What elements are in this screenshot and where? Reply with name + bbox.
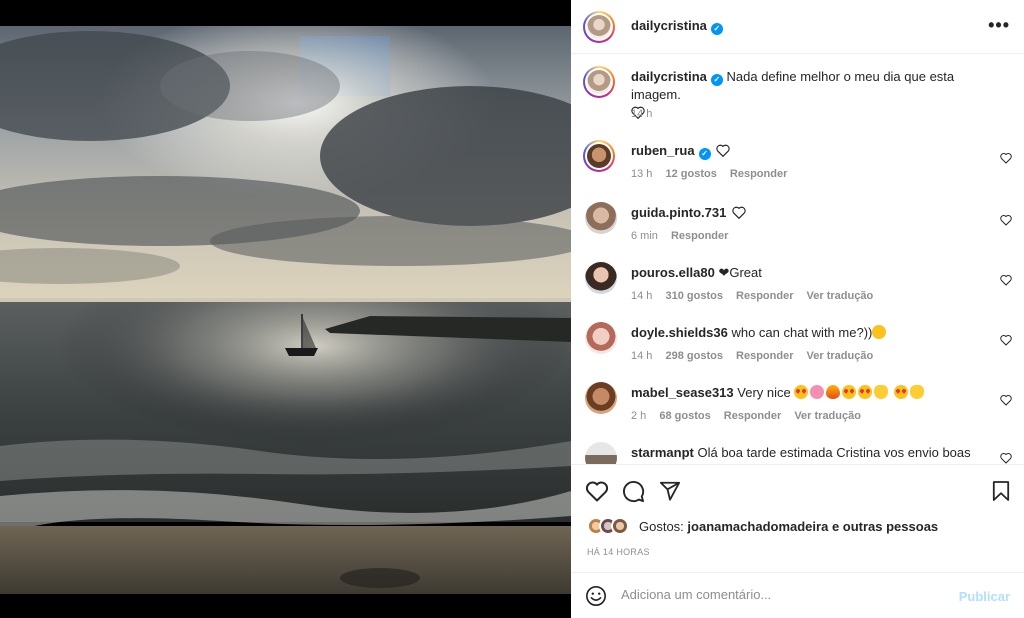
comment-text: ❤Great (718, 265, 762, 280)
comments-list: dailycristina ✓ Nada define melhor o meu … (571, 54, 1024, 464)
like-comment-heart-icon[interactable] (1000, 452, 1012, 464)
comment-text: Olá boa tarde estimada Cristina vos envi… (697, 445, 971, 460)
commenter-username[interactable]: pouros.ella80 (631, 265, 715, 280)
likes-text: Gostos: joanamachadomadeira e outras pes… (639, 519, 938, 534)
comment-time: 14 h (631, 350, 653, 362)
reply-button[interactable]: Responder (730, 168, 787, 180)
action-bar: Gostos: joanamachadomadeira e outras pes… (571, 464, 1024, 572)
white-heart-emoji-icon (732, 206, 746, 220)
caption-avatar[interactable] (583, 66, 615, 98)
caption-time: 14 h (631, 108, 653, 120)
heart-eyes-emoji-icon (794, 385, 809, 399)
likes-others[interactable]: e outras pessoas (832, 519, 938, 534)
more-options-icon[interactable]: ••• (988, 15, 1010, 36)
likes-summary[interactable]: Gostos: joanamachadomadeira e outras pes… (587, 517, 1007, 537)
see-translation-button[interactable]: Ver tradução (807, 290, 874, 302)
comment-item: starmanpt Olá boa tarde estimada Cristin… (571, 442, 1024, 464)
likes-prefix: Gostos: (639, 519, 684, 534)
comment-item: ruben_rua ✓ 13 h 12 gostos Responder (571, 140, 1024, 194)
comment-item: mabel_sease313 Very nice 2 h 68 gostos R… (571, 382, 1024, 436)
add-comment-bar: Publicar (571, 572, 1024, 618)
comment-item: guida.pinto.731 6 min Responder (571, 202, 1024, 256)
share-icon[interactable] (659, 480, 681, 502)
reply-button[interactable]: Responder (724, 410, 781, 422)
see-translation-button[interactable]: Ver tradução (807, 350, 874, 362)
comment-icon[interactable] (622, 480, 645, 503)
blush-emoji-icon (872, 325, 887, 339)
post-photo[interactable] (0, 26, 571, 594)
publish-button[interactable]: Publicar (959, 589, 1010, 604)
comment-item: pouros.ella80 ❤Great 14 h 310 gostos Res… (571, 262, 1024, 316)
like-comment-heart-icon[interactable] (1000, 334, 1012, 346)
white-heart-emoji-icon (716, 144, 730, 158)
comment-likes[interactable]: 298 gostos (665, 350, 722, 362)
commenter-username[interactable]: mabel_sease313 (631, 385, 734, 400)
reply-button[interactable]: Responder (736, 290, 793, 302)
liker-username[interactable]: joanamachadomadeira (687, 519, 828, 534)
commenter-username[interactable]: ruben_rua (631, 143, 695, 158)
commenter-avatar[interactable] (585, 322, 617, 354)
comment-likes[interactable]: 68 gostos (659, 410, 710, 422)
like-comment-heart-icon[interactable] (1000, 274, 1012, 286)
commenter-avatar[interactable] (585, 262, 617, 294)
comment-likes[interactable]: 12 gostos (665, 168, 716, 180)
cat-emoji-icon (910, 385, 925, 399)
verified-badge-icon: ✓ (710, 23, 723, 35)
like-comment-heart-icon[interactable] (1000, 394, 1012, 406)
fire-emoji-icon (826, 385, 841, 399)
caption-username[interactable]: dailycristina (631, 69, 707, 84)
post-header: dailycristina ✓ ••• (571, 0, 1024, 54)
like-comment-heart-icon[interactable] (1000, 152, 1012, 164)
post-timestamp[interactable]: HÁ 14 HORAS (587, 547, 650, 557)
like-comment-heart-icon[interactable] (1000, 214, 1012, 226)
cat-emoji-icon (874, 385, 889, 399)
comment-likes[interactable]: 310 gostos (665, 290, 722, 302)
comment-time: 14 h (631, 290, 653, 302)
instagram-post-modal: dailycristina ✓ ••• dailycristina ✓ Nada d… (0, 0, 1024, 618)
photo-area (0, 0, 571, 618)
reply-button[interactable]: Responder (671, 230, 728, 242)
comment-time: 13 h (631, 168, 653, 180)
bookmark-icon[interactable] (992, 480, 1010, 502)
commenter-username[interactable]: starmanpt (631, 445, 694, 460)
see-translation-button[interactable]: Ver tradução (794, 410, 861, 422)
liker-avatar (611, 517, 629, 535)
reply-button[interactable]: Responder (736, 350, 793, 362)
heart-eyes-emoji-icon (858, 385, 873, 399)
comment-item: doyle.shields36 who can chat with me?)) … (571, 322, 1024, 376)
heart-eyes-emoji-icon (842, 385, 857, 399)
emoji-smile-icon[interactable] (585, 585, 607, 607)
verified-badge-icon: ✓ (698, 148, 711, 160)
commenter-avatar[interactable] (585, 382, 617, 414)
comment-text: Very nice (737, 385, 791, 400)
author-username[interactable]: dailycristina (631, 18, 707, 33)
flower-emoji-icon (810, 385, 825, 399)
author-avatar[interactable] (583, 11, 615, 43)
caption: dailycristina ✓ Nada define melhor o meu … (571, 66, 1024, 126)
heart-eyes-emoji-icon (894, 385, 909, 399)
verified-badge-icon: ✓ (710, 74, 723, 86)
commenter-avatar[interactable] (585, 202, 617, 234)
commenter-avatar[interactable] (585, 442, 617, 464)
commenter-username[interactable]: guida.pinto.731 (631, 205, 726, 220)
comment-text: who can chat with me?)) (731, 325, 873, 340)
comment-time: 6 min (631, 230, 658, 242)
heart-icon[interactable] (585, 480, 609, 502)
commenter-avatar[interactable] (583, 140, 615, 172)
comment-time: 2 h (631, 410, 647, 422)
comment-input[interactable] (621, 587, 941, 602)
commenter-username[interactable]: doyle.shields36 (631, 325, 728, 340)
post-details-panel: dailycristina ✓ ••• dailycristina ✓ Nada d… (571, 0, 1024, 618)
